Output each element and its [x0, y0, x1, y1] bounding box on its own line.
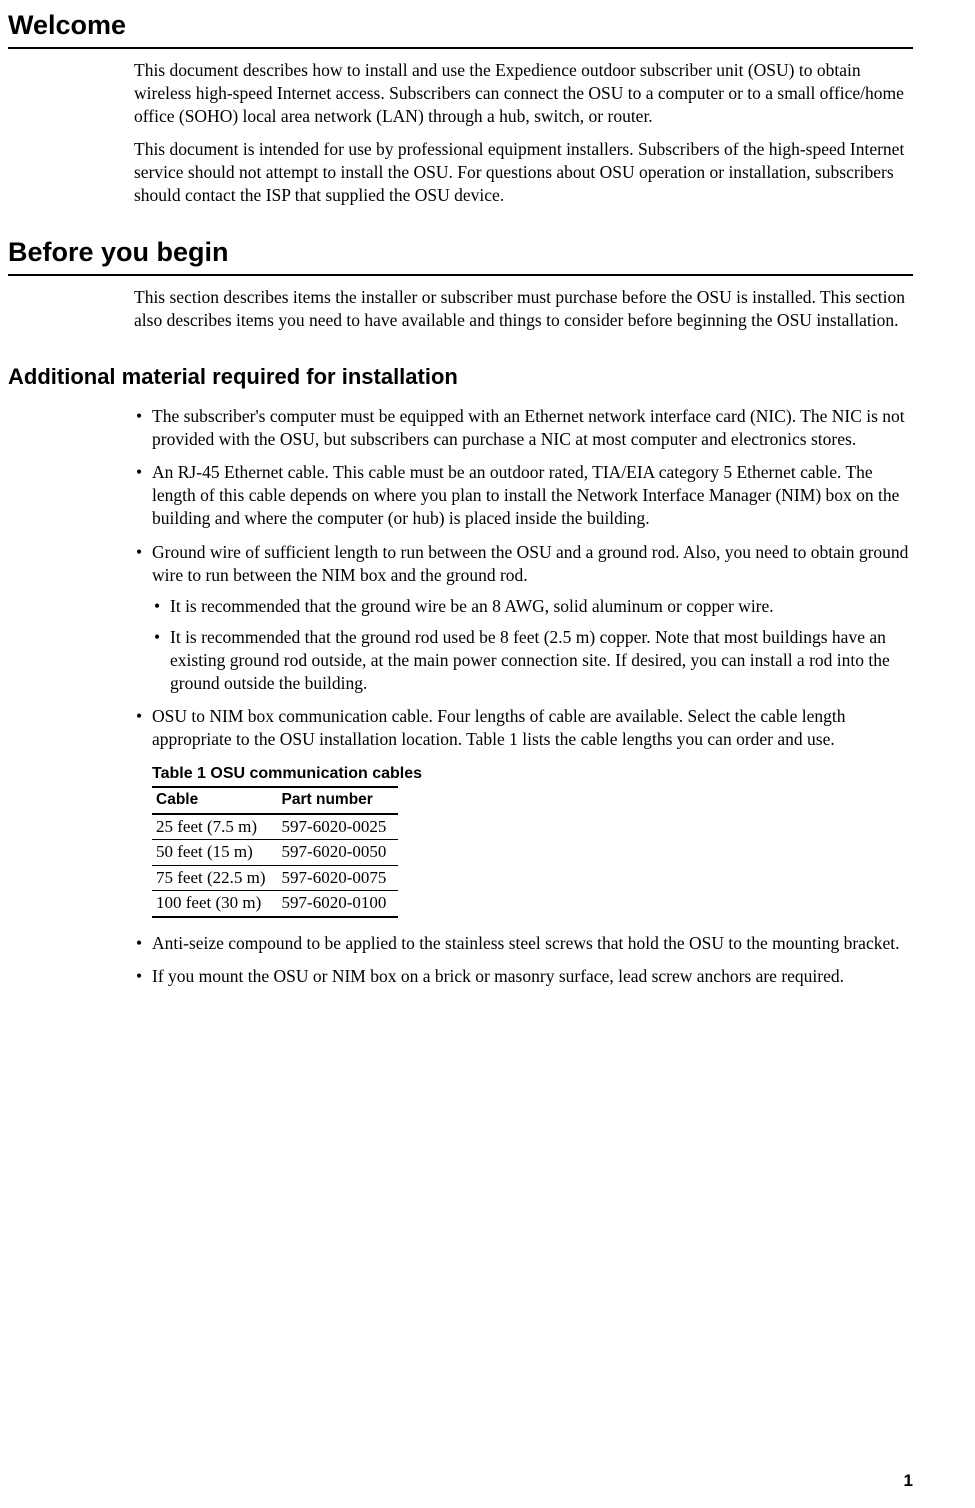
- table-row: 25 feet (7.5 m) 597-6020-0025: [152, 814, 398, 840]
- table-title: Table 1 OSU communication cables: [152, 763, 913, 784]
- list-item: An RJ-45 Ethernet cable. This cable must…: [134, 461, 913, 530]
- heading-additional-material: Additional material required for install…: [8, 362, 913, 391]
- table-cell: 597-6020-0050: [278, 840, 399, 865]
- materials-list-cont: Anti-seize compound to be applied to the…: [134, 932, 913, 988]
- welcome-paragraph-2: This document is intended for use by pro…: [134, 138, 913, 207]
- table-cell: 597-6020-0100: [278, 891, 399, 917]
- heading-welcome: Welcome: [8, 8, 913, 49]
- table-row: 100 feet (30 m) 597-6020-0100: [152, 891, 398, 917]
- table-1: Table 1 OSU communication cables Cable P…: [152, 763, 913, 917]
- table-cell: 597-6020-0025: [278, 814, 399, 840]
- list-item: The subscriber's computer must be equipp…: [134, 405, 913, 451]
- heading-before-you-begin: Before you begin: [8, 235, 913, 276]
- cables-table: Cable Part number 25 feet (7.5 m) 597-60…: [152, 786, 398, 917]
- list-item: OSU to NIM box communication cable. Four…: [134, 705, 913, 751]
- table-cell: 100 feet (30 m): [152, 891, 278, 917]
- sub-list: It is recommended that the ground wire b…: [152, 595, 913, 695]
- table-cell: 597-6020-0075: [278, 865, 399, 890]
- list-item: It is recommended that the ground wire b…: [152, 595, 913, 618]
- list-item-text: Ground wire of sufficient length to run …: [152, 542, 908, 585]
- materials-list: The subscriber's computer must be equipp…: [134, 405, 913, 751]
- list-item: Anti-seize compound to be applied to the…: [134, 932, 913, 955]
- list-item: Ground wire of sufficient length to run …: [134, 541, 913, 696]
- table-header-cable: Cable: [152, 787, 278, 813]
- before-paragraph-1: This section describes items the install…: [134, 286, 913, 332]
- welcome-paragraph-1: This document describes how to install a…: [134, 59, 913, 128]
- table-cell: 25 feet (7.5 m): [152, 814, 278, 840]
- table-row: 75 feet (22.5 m) 597-6020-0075: [152, 865, 398, 890]
- table-row: 50 feet (15 m) 597-6020-0050: [152, 840, 398, 865]
- page-number: 1: [904, 1470, 913, 1492]
- table-header-part: Part number: [278, 787, 399, 813]
- table-cell: 75 feet (22.5 m): [152, 865, 278, 890]
- table-cell: 50 feet (15 m): [152, 840, 278, 865]
- list-item: If you mount the OSU or NIM box on a bri…: [134, 965, 913, 988]
- list-item: It is recommended that the ground rod us…: [152, 626, 913, 695]
